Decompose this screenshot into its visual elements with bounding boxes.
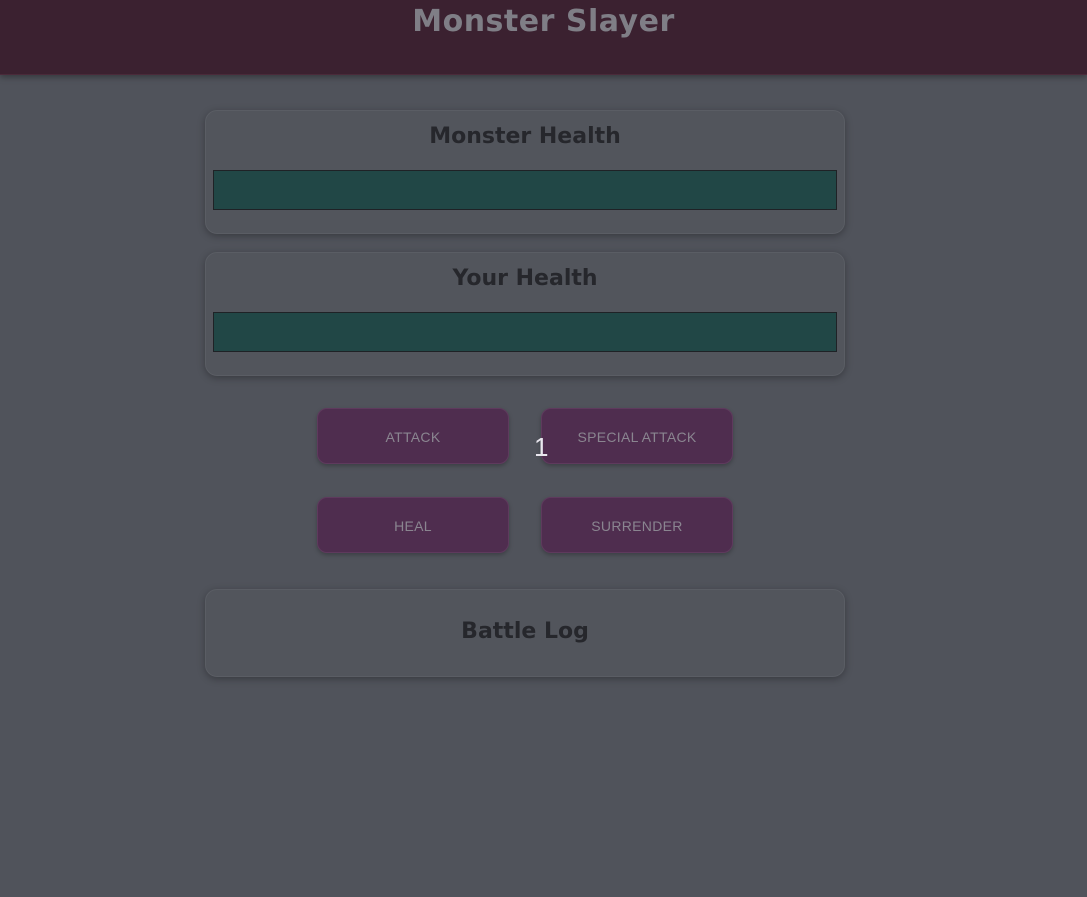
battle-log-heading: Battle Log xyxy=(461,619,589,644)
player-health-bar-fill xyxy=(214,313,836,351)
app-header: Monster Slayer xyxy=(0,0,1087,75)
player-health-heading: Your Health xyxy=(452,266,598,291)
monster-health-card: Monster Health xyxy=(205,110,845,234)
player-health-bar xyxy=(213,312,837,352)
surrender-button[interactable]: SURRENDER xyxy=(541,497,733,553)
monster-health-bar xyxy=(213,170,837,210)
heal-button[interactable]: HEAL xyxy=(317,497,509,553)
battle-log-card: Battle Log xyxy=(205,589,845,677)
monster-health-heading: Monster Health xyxy=(429,124,621,149)
player-health-card: Your Health xyxy=(205,252,845,376)
overlay-counter: 1 xyxy=(534,432,549,462)
monster-health-bar-fill xyxy=(214,171,836,209)
attack-button[interactable]: ATTACK xyxy=(317,408,509,464)
app-title: Monster Slayer xyxy=(412,4,675,39)
special-attack-button[interactable]: SPECIAL ATTACK xyxy=(541,408,733,464)
